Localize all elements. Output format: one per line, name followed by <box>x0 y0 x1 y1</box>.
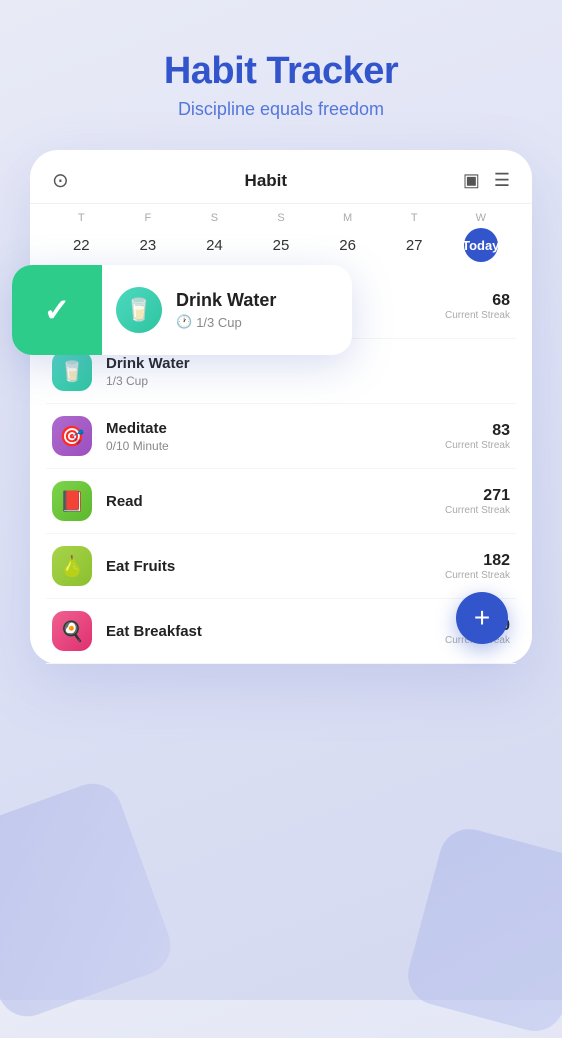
streak-number: 182 <box>445 552 510 570</box>
list-icon[interactable]: ☰ <box>494 170 510 191</box>
habit-streak: 271 Current Streak <box>445 487 510 516</box>
check-button[interactable]: ✓ <box>12 265 102 355</box>
day-number: 26 <box>331 228 365 262</box>
floating-info: Drink Water 🕐 1/3 Cup <box>176 274 352 346</box>
day-letter: S <box>248 212 315 224</box>
habit-emoji: 🥛 <box>60 359 85 384</box>
habit-icon: 🎯 <box>52 416 92 456</box>
clock-icon: ⊙ <box>52 168 69 193</box>
bg-shape-right <box>401 822 562 1037</box>
habit-name: Eat Fruits <box>106 558 445 575</box>
header: Habit Tracker Discipline equals freedom <box>0 0 562 150</box>
calendar-day[interactable]: T 22 <box>48 212 115 262</box>
day-letter: T <box>381 212 448 224</box>
calendar-day[interactable]: T 27 <box>381 212 448 262</box>
habit-info: Eat Breakfast <box>106 623 445 640</box>
habit-icon: 📕 <box>52 481 92 521</box>
streak-number: 271 <box>445 487 510 505</box>
habit-info: Read <box>106 493 445 510</box>
habit-icon: 🍐 <box>52 546 92 586</box>
habit-info: Meditate 0/10 Minute <box>106 420 445 453</box>
calendar-day[interactable]: W Today <box>447 212 514 262</box>
habit-item[interactable]: 🎯 Meditate 0/10 Minute 83 Current Streak <box>46 404 516 469</box>
streak-label: Current Streak <box>445 440 510 451</box>
day-letter: T <box>48 212 115 224</box>
clock-small-icon: 🕐 <box>176 314 192 330</box>
habit-sub: 1/3 Cup <box>106 374 510 388</box>
calendar-day[interactable]: F 23 <box>115 212 182 262</box>
calendar-day[interactable]: S 25 <box>248 212 315 262</box>
streak-label: Current Streak <box>445 505 510 516</box>
habit-name: Eat Breakfast <box>106 623 445 640</box>
floating-habit-name: Drink Water <box>176 290 336 311</box>
habit-info: Drink Water 1/3 Cup <box>106 355 510 388</box>
top-bar-icons: ▣ ☰ <box>463 170 510 191</box>
day-letter: F <box>115 212 182 224</box>
plus-icon: + <box>474 602 490 634</box>
streak-label: Current Streak <box>445 310 510 321</box>
streak-number: 83 <box>445 422 510 440</box>
habit-emoji: 🍐 <box>60 554 85 579</box>
phone-card: ⊙ Habit ▣ ☰ T 22 F 23 S 24 S 25 M 26 T 2… <box>30 150 532 664</box>
day-letter: S <box>181 212 248 224</box>
day-number: 23 <box>131 228 165 262</box>
habit-streak: 182 Current Streak <box>445 552 510 581</box>
calendar-row: T 22 F 23 S 24 S 25 M 26 T 27 W Today <box>30 204 532 274</box>
habit-icon: 🥛 <box>52 351 92 391</box>
top-bar: ⊙ Habit ▣ ☰ <box>30 150 532 204</box>
day-letter: M <box>314 212 381 224</box>
habit-item[interactable]: 📕 Read 271 Current Streak <box>46 469 516 534</box>
streak-number: 68 <box>445 292 510 310</box>
habit-name: Meditate <box>106 420 445 437</box>
bg-shape-left <box>0 775 179 1025</box>
habit-name: Read <box>106 493 445 510</box>
day-number: 27 <box>397 228 431 262</box>
page-title: Habit Tracker <box>0 50 562 93</box>
day-number: 24 <box>197 228 231 262</box>
checkmark-icon: ✓ <box>44 291 71 329</box>
habit-item[interactable]: 🍐 Eat Fruits 182 Current Streak <box>46 534 516 599</box>
floating-icon-emoji: 🥛 <box>125 297 152 323</box>
habit-streak: 68 Current Streak <box>445 292 510 321</box>
streak-label: Current Streak <box>445 570 510 581</box>
habit-emoji: 📕 <box>60 489 85 514</box>
page-subtitle: Discipline equals freedom <box>0 99 562 120</box>
layout-icon[interactable]: ▣ <box>463 170 480 191</box>
habit-streak: 83 Current Streak <box>445 422 510 451</box>
habit-emoji: 🍳 <box>60 619 85 644</box>
habit-info: Eat Fruits <box>106 558 445 575</box>
add-habit-button[interactable]: + <box>456 592 508 644</box>
day-number: 22 <box>64 228 98 262</box>
habit-item[interactable]: 🍳Eat Breakfast 90 Current Streak <box>46 599 516 664</box>
day-number: Today <box>464 228 498 262</box>
habit-name: Drink Water <box>106 355 510 372</box>
day-number: 25 <box>264 228 298 262</box>
floating-habit-sub: 🕐 1/3 Cup <box>176 314 336 330</box>
calendar-day[interactable]: M 26 <box>314 212 381 262</box>
habit-icon: 🍳 <box>52 611 92 651</box>
top-bar-title: Habit <box>245 171 288 191</box>
day-letter: W <box>447 212 514 224</box>
floating-habit-icon: 🥛 <box>116 287 162 333</box>
floating-card[interactable]: ✓ 🥛 Drink Water 🕐 1/3 Cup <box>12 265 352 355</box>
habit-sub: 0/10 Minute <box>106 439 445 453</box>
calendar-day[interactable]: S 24 <box>181 212 248 262</box>
habit-emoji: 🎯 <box>60 424 85 449</box>
